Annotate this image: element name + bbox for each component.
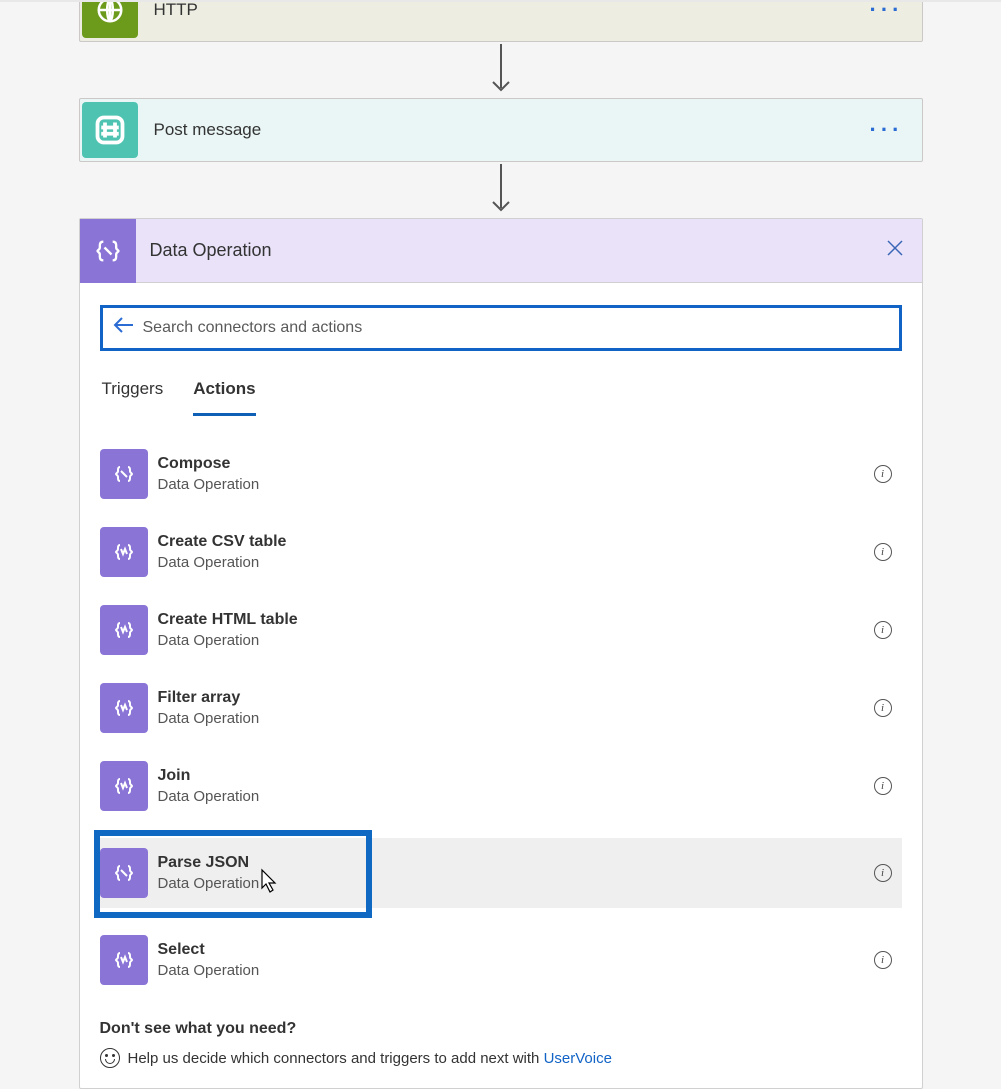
uservoice-link[interactable]: UserVoice [544,1050,612,1067]
code-braces-icon [100,527,148,577]
panel-body: Triggers Actions Compose Data Operation … [80,283,922,1088]
data-operation-panel: Data Operation Triggers Actions [79,218,923,1089]
action-create-html-table[interactable]: Create HTML table Data Operation i [100,604,902,656]
action-create-csv-table[interactable]: Create CSV table Data Operation i [100,526,902,578]
action-text: Select Data Operation [148,940,874,980]
action-name: Filter array [158,688,874,709]
tab-actions[interactable]: Actions [193,379,255,416]
action-parse-json[interactable]: Parse JSON Data Operation i [94,838,902,908]
code-braces-icon [100,848,148,898]
action-text: Create CSV table Data Operation [148,532,874,572]
code-braces-icon [80,219,136,283]
action-text: Parse JSON Data Operation [148,853,874,893]
action-name: Compose [158,454,874,475]
action-text: Filter array Data Operation [148,688,874,728]
action-name: Select [158,940,874,961]
footer-title: Don't see what you need? [100,1020,902,1038]
step-post-title: Post message [142,120,870,140]
step-http-title: HTTP [142,0,870,20]
panel-header: Data Operation [80,219,922,283]
close-icon[interactable] [886,239,922,263]
code-braces-icon [100,935,148,985]
panel-footer: Don't see what you need? Help us decide … [100,1020,902,1068]
search-input[interactable] [143,319,889,337]
code-braces-icon [100,761,148,811]
highlighted-action: Parse JSON Data Operation i [100,838,902,908]
action-name: Create HTML table [158,610,874,631]
action-name: Parse JSON [158,853,874,874]
action-sub: Data Operation [158,475,874,495]
action-sub: Data Operation [158,709,874,729]
step-http[interactable]: HTTP ··· [79,0,923,42]
code-braces-icon [100,683,148,733]
panel-title: Data Operation [136,240,886,261]
arrow-down-icon [0,42,1001,98]
step-post-message[interactable]: Post message ··· [79,98,923,162]
code-braces-icon [100,449,148,499]
action-sub: Data Operation [158,553,874,573]
action-sub: Data Operation [158,961,874,981]
info-icon[interactable]: i [874,951,892,969]
info-icon[interactable]: i [874,543,892,561]
search-container [100,305,902,351]
info-icon[interactable]: i [874,864,892,882]
code-braces-icon [100,605,148,655]
info-icon[interactable]: i [874,621,892,639]
hash-icon [82,102,138,158]
globe-icon [82,0,138,38]
arrow-down-icon [0,162,1001,218]
info-icon[interactable]: i [874,465,892,483]
flow-canvas: HTTP ··· Post message ··· [0,0,1001,1089]
action-name: Create CSV table [158,532,874,553]
action-text: Compose Data Operation [148,454,874,494]
tabs: Triggers Actions [100,379,902,416]
action-filter-array[interactable]: Filter array Data Operation i [100,682,902,734]
more-icon[interactable]: ··· [870,117,922,143]
footer-text: Help us decide which connectors and trig… [100,1048,902,1068]
action-sub: Data Operation [158,787,874,807]
info-icon[interactable]: i [874,699,892,717]
back-arrow-icon[interactable] [113,316,135,340]
smile-icon [100,1048,120,1068]
action-select[interactable]: Select Data Operation i [100,934,902,986]
page-top-edge [0,0,1001,2]
action-join[interactable]: Join Data Operation i [100,760,902,812]
action-sub: Data Operation [158,631,874,651]
action-sub: Data Operation [158,874,874,894]
more-icon[interactable]: ··· [870,0,922,23]
action-compose[interactable]: Compose Data Operation i [100,448,902,500]
action-text: Join Data Operation [148,766,874,806]
action-name: Join [158,766,874,787]
footer-help-text: Help us decide which connectors and trig… [128,1050,544,1067]
tab-triggers[interactable]: Triggers [102,379,164,416]
actions-list: Compose Data Operation i Create CSV tabl… [100,448,902,986]
action-text: Create HTML table Data Operation [148,610,874,650]
info-icon[interactable]: i [874,777,892,795]
